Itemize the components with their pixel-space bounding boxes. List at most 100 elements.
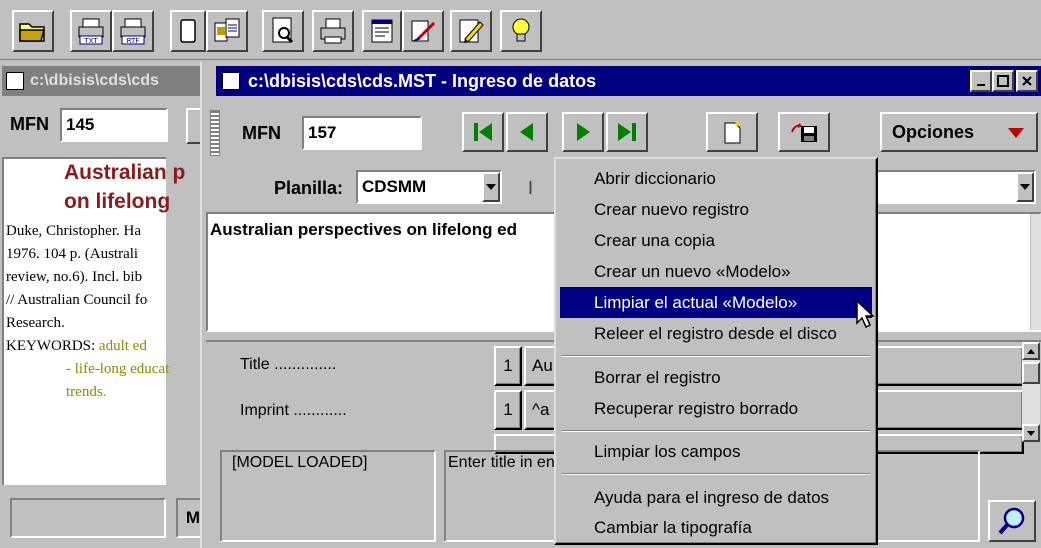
print-button[interactable]: [312, 10, 354, 52]
opciones-label: Opciones: [892, 121, 975, 142]
second-select-label: I: [528, 178, 534, 198]
window-app-icon: [222, 72, 240, 90]
main-toolbar: TXT RTF: [0, 0, 1041, 60]
export-txt-button[interactable]: TXT: [70, 10, 112, 52]
record-title: Australian p on lifelong: [64, 158, 185, 216]
opciones-menu: Abrir diccionario Crear nuevo registro C…: [554, 157, 878, 545]
record-line: Research.: [6, 315, 65, 331]
maximize-button[interactable]: [992, 70, 1014, 92]
new-record-button[interactable]: [706, 112, 758, 152]
back-record-window: c:\dbisis\cds\cds MFN 145 Australian p o…: [0, 62, 230, 548]
scroll-down-button[interactable]: [1022, 424, 1040, 442]
menu-item-clear-fields[interactable]: Limpiar los campos: [560, 436, 872, 467]
menu-item-change-font[interactable]: Cambiar la tipografía: [560, 512, 872, 543]
planilla-label: Planilla:: [274, 178, 344, 198]
document-icon: [180, 19, 196, 43]
dropdown-arrow-icon: [1008, 128, 1024, 138]
record-line: Duke, Christopher. Ha: [6, 223, 141, 239]
pencil-icon: [459, 19, 484, 43]
open-folder-button[interactable]: [12, 10, 54, 52]
field-label-title: Title ..............: [240, 356, 337, 373]
menu-item-open-dictionary[interactable]: Abrir diccionario: [560, 163, 872, 194]
fields-scrollbar[interactable]: [1022, 342, 1040, 442]
menu-item-delete-record[interactable]: Borrar el registro: [560, 362, 872, 393]
maximize-icon: [997, 75, 1009, 87]
printer-txt-icon: TXT: [78, 18, 104, 45]
scroll-up-button[interactable]: [1022, 342, 1040, 360]
printer-rtf-icon: RTF: [120, 18, 146, 45]
copy-document-button[interactable]: [206, 10, 248, 52]
next-record-button[interactable]: [562, 112, 604, 152]
write-button[interactable]: [450, 10, 492, 52]
back-mfn-label: MFN: [10, 114, 49, 134]
keywords-value: adult ed: [98, 338, 147, 354]
menu-item-new-record[interactable]: Crear nuevo registro: [560, 194, 872, 225]
mouse-pointer-icon: [856, 300, 875, 329]
folder-icon: [19, 23, 45, 42]
planilla-value: CDSMM: [362, 177, 427, 196]
back-window-titlebar[interactable]: c:\dbisis\cds\cds: [2, 66, 228, 96]
menu-item-new-model[interactable]: Crear un nuevo «Modelo»: [560, 256, 872, 287]
menu-item-reload-record[interactable]: Releer el registro desde el disco: [560, 318, 872, 349]
editor-scrollbar[interactable]: [1030, 214, 1041, 330]
back-mfn-input[interactable]: 145: [60, 108, 168, 142]
field-occurrence: 1: [494, 390, 522, 430]
last-record-icon: [618, 123, 636, 141]
close-button[interactable]: [1016, 70, 1038, 92]
menu-separator: [562, 473, 870, 475]
scroll-thumb[interactable]: [1022, 362, 1040, 384]
new-page-icon: [724, 120, 741, 144]
previous-record-icon: [520, 123, 533, 141]
menu-separator: [562, 355, 870, 357]
first-record-button[interactable]: [462, 112, 504, 152]
drag-handle[interactable]: [210, 110, 220, 156]
menu-item-data-entry-help[interactable]: Ayuda para el ingreso de datos: [560, 482, 872, 513]
keywords-cont2: trends.: [66, 384, 107, 400]
save-record-button[interactable]: [778, 112, 830, 152]
previous-record-button[interactable]: [506, 112, 548, 152]
menu-item-recover-record[interactable]: Recuperar registro borrado: [560, 393, 872, 424]
keywords-line: KEYWORDS: adult ed: [6, 335, 169, 358]
back-window-title: c:\dbisis\cds\cds: [30, 72, 159, 89]
chevron-down-icon: [1020, 184, 1030, 190]
form-icon: [371, 19, 393, 43]
copy-document-icon: [214, 18, 240, 42]
minimize-icon: [977, 84, 985, 86]
preview-button[interactable]: [262, 10, 304, 52]
window-app-icon: [6, 72, 24, 90]
printer-icon: [320, 18, 346, 44]
arrow-down-icon: [1027, 430, 1035, 436]
export-rtf-button[interactable]: RTF: [112, 10, 154, 52]
first-record-icon: [474, 123, 492, 141]
menu-separator: [562, 430, 870, 432]
data-entry-titlebar[interactable]: c:\dbisis\cds\cds.MST - Ingreso de datos: [216, 66, 1041, 96]
svg-text:TXT: TXT: [83, 37, 98, 45]
back-status-field: [10, 498, 166, 538]
record-line: review, no.6). Incl. bib: [6, 269, 143, 285]
minimize-button[interactable]: [970, 70, 992, 92]
keywords-cont1: - life-long educat: [66, 361, 170, 377]
second-select-dropdown-button[interactable]: [1016, 172, 1034, 202]
new-document-button[interactable]: [170, 10, 206, 52]
close-icon: [1022, 76, 1032, 86]
form-button[interactable]: [362, 10, 402, 52]
menu-item-create-copy[interactable]: Crear una copia: [560, 225, 872, 256]
menu-item-clear-model[interactable]: Limpiar el actual «Modelo»: [560, 287, 872, 318]
mfn-input[interactable]: 157: [302, 116, 422, 150]
last-record-button[interactable]: [606, 112, 648, 152]
planilla-select[interactable]: CDSMM: [356, 170, 502, 204]
opciones-button[interactable]: Opciones: [880, 112, 1038, 152]
record-line: // Australian Council fo: [6, 292, 148, 308]
pen-page-icon: [411, 20, 436, 42]
search-button[interactable]: [988, 500, 1036, 542]
svg-text:RTF: RTF: [127, 37, 140, 45]
keywords-label: KEYWORDS:: [6, 338, 96, 354]
data-entry-title: c:\dbisis\cds\cds.MST - Ingreso de datos: [248, 70, 597, 91]
field-occurrence: 1: [494, 346, 522, 386]
second-select[interactable]: [874, 170, 1036, 204]
status-model: [MODEL LOADED]: [220, 450, 436, 542]
mfn-label: MFN: [242, 123, 281, 143]
planilla-dropdown-button[interactable]: [482, 172, 500, 202]
tip-button[interactable]: [500, 10, 542, 52]
edit-button[interactable]: [402, 10, 444, 52]
